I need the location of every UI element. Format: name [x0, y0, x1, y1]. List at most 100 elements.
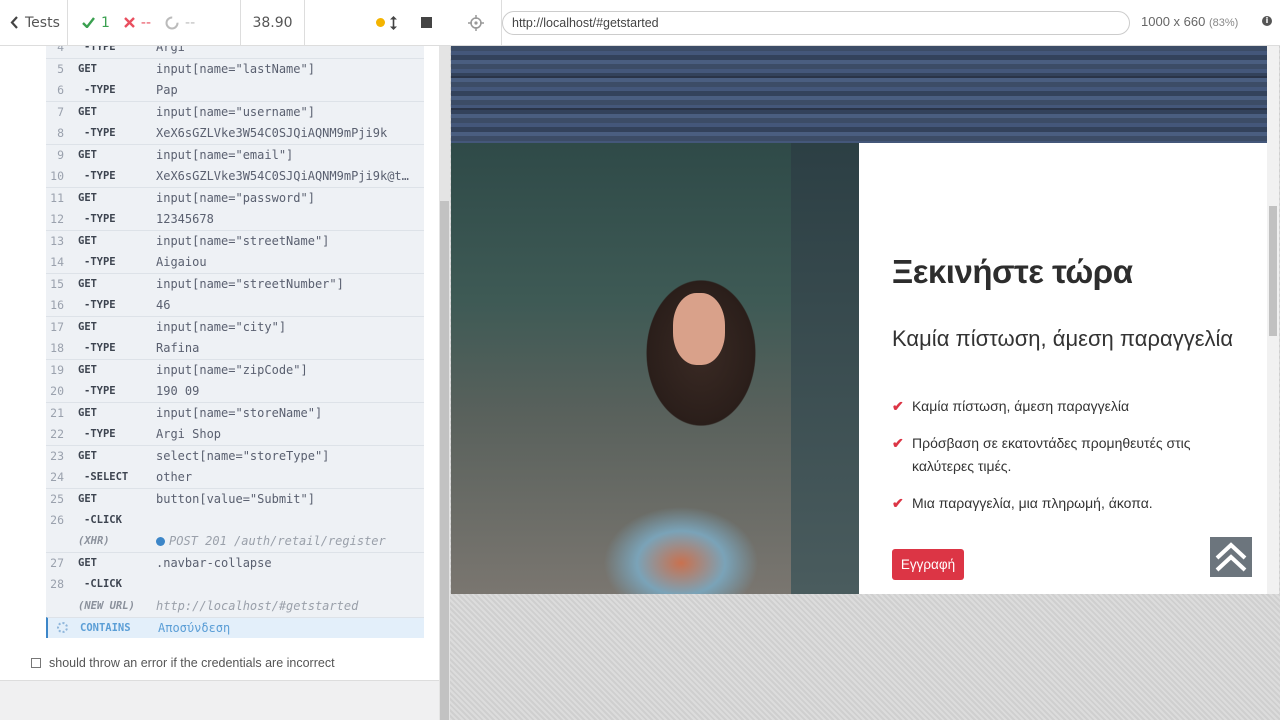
command-message-text: Argi Shop — [156, 426, 222, 441]
command-row[interactable]: 7 GET input[name="username"] — [46, 100, 424, 122]
command-row[interactable]: 14 -TYPE Aigaiou — [46, 251, 424, 273]
command-name: -TYPE — [84, 427, 116, 440]
command-name: GET — [78, 148, 97, 161]
command-row[interactable]: 21 GET input[name="storeName"] — [46, 401, 424, 423]
viewport-dimensions: 1000 x 660 — [1141, 14, 1206, 29]
command-row[interactable]: 23 GET select[name="storeType"] — [46, 444, 424, 466]
command-row-meta[interactable]: (NEW URL) http://localhost/#getstarted — [46, 595, 424, 617]
scroll-to-top-button[interactable] — [1210, 537, 1252, 577]
command-name: GET — [78, 277, 97, 290]
command-row[interactable]: 6 -TYPE Pap — [46, 79, 424, 101]
command-message-text: Argi — [156, 46, 185, 54]
command-number: 27 — [50, 556, 64, 571]
xhr-dot-icon — [156, 537, 165, 547]
command-number: 4 — [57, 46, 64, 54]
register-button[interactable]: Εγγραφή — [892, 549, 964, 580]
passed-value: 1 — [101, 14, 110, 31]
command-row[interactable]: 28 -CLICK — [46, 573, 424, 595]
command-name: CONTAINS — [80, 621, 131, 634]
reporter-body: 4 -TYPE Argi 5 GET input[name="lastName"] 6 -TY… — [0, 46, 439, 680]
double-chevron-up-icon — [1215, 542, 1247, 572]
test-checkbox[interactable] — [31, 658, 41, 668]
command-row[interactable]: 15 GET input[name="streetNumber"] — [46, 272, 424, 294]
command-row[interactable]: 5 GET input[name="lastName"] — [46, 57, 424, 79]
face-shape — [673, 293, 725, 365]
failed-value: -- — [140, 14, 152, 31]
command-row[interactable]: 27 GET .navbar-collapse — [46, 552, 424, 574]
info-icon[interactable]: i — [1262, 16, 1272, 26]
command-message-text: input[name="streetName"] — [156, 233, 330, 248]
command-row[interactable]: 12 -TYPE 12345678 — [46, 208, 424, 230]
auto-scroll-toggle[interactable] — [376, 15, 397, 30]
command-message: Aigaiou — [156, 255, 416, 269]
command-message-text: .navbar-collapse — [156, 556, 272, 571]
app-scrollbar[interactable] — [1267, 46, 1279, 594]
command-number: 17 — [50, 319, 64, 334]
command-number: 18 — [50, 340, 64, 355]
command-row-meta[interactable]: (XHR) POST 201 /auth/retail/register — [46, 530, 424, 552]
command-number: 13 — [50, 233, 64, 248]
command-name: GET — [78, 406, 97, 419]
command-row[interactable]: 22 -TYPE Argi Shop — [46, 423, 424, 445]
aut-header: http://localhost/#getstarted 1000 x 660 … — [450, 0, 1280, 46]
reporter-scrollbar[interactable] — [439, 46, 450, 720]
command-row[interactable]: 13 GET input[name="streetName"] — [46, 229, 424, 251]
scrollbar-thumb[interactable] — [440, 201, 449, 720]
command-number: 15 — [50, 276, 64, 291]
command-name: GET — [78, 62, 97, 75]
selector-playground-button[interactable] — [450, 0, 502, 46]
command-message: Argi — [156, 46, 416, 54]
stop-icon[interactable] — [421, 17, 432, 28]
command-message-text: XeX6sGZLVke3W54C0SJQiAQNM9mPji9k@te… — [156, 168, 416, 183]
command-name: -TYPE — [84, 169, 116, 182]
url-bar[interactable]: http://localhost/#getstarted — [502, 11, 1130, 35]
command-number: 16 — [50, 297, 64, 312]
command-message-text: input[name="storeName"] — [156, 405, 323, 420]
command-row-active[interactable]: CONTAINS Αποσύνδεση — [46, 616, 424, 638]
command-message-text: XeX6sGZLVke3W54C0SJQiAQNM9mPji9k — [156, 125, 388, 140]
command-reporter: Tests 1 -- -- 38.90 4 -TYPE Argi 5 GET i… — [0, 0, 450, 720]
command-message: 46 — [156, 298, 416, 312]
back-to-tests-button[interactable]: Tests — [0, 0, 68, 46]
command-row[interactable]: 17 GET input[name="city"] — [46, 315, 424, 337]
command-row[interactable]: 24 -SELECT other — [46, 466, 424, 488]
command-number: 11 — [50, 190, 64, 205]
command-message-text: input[name="streetNumber"] — [156, 276, 344, 291]
command-message: input[name="password"] — [156, 191, 416, 205]
command-name: GET — [78, 557, 97, 570]
command-name: (XHR) — [78, 535, 110, 548]
command-row[interactable]: 26 -CLICK — [46, 509, 424, 531]
command-row[interactable]: 19 GET input[name="zipCode"] — [46, 358, 424, 380]
command-row[interactable]: 16 -TYPE 46 — [46, 294, 424, 316]
command-row[interactable]: 25 GET button[value="Submit"] — [46, 487, 424, 509]
command-name: GET — [78, 105, 97, 118]
command-message: input[name="storeName"] — [156, 406, 416, 420]
command-row[interactable]: 9 GET input[name="email"] — [46, 143, 424, 165]
command-message-text: Pap — [156, 82, 178, 97]
feature-item: ✔ Καμία πίστωση, άμεση παραγγελία — [892, 395, 1252, 418]
command-message-text: button[value="Submit"] — [156, 491, 315, 506]
command-message: other — [156, 470, 416, 484]
command-row[interactable]: 11 GET input[name="password"] — [46, 186, 424, 208]
reporter-header: Tests 1 -- -- 38.90 — [0, 0, 450, 46]
command-row[interactable]: 18 -TYPE Rafina — [46, 337, 424, 359]
command-name: -SELECT — [84, 470, 129, 483]
command-number: 25 — [50, 491, 64, 506]
command-message: input[name="city"] — [156, 320, 416, 334]
feature-text: Πρόσβαση σε εκατοντάδες προμηθευτές στις… — [912, 435, 1191, 474]
spinner-icon — [57, 622, 68, 634]
window-shape — [791, 143, 859, 594]
x-icon — [124, 17, 135, 28]
command-row[interactable]: 4 -TYPE Argi — [46, 46, 424, 58]
duration: 38.90 — [241, 0, 305, 46]
command-row[interactable]: 10 -TYPE XeX6sGZLVke3W54C0SJQiAQNM9mPji9k@… — [46, 165, 424, 187]
check-icon: ✔ — [892, 495, 904, 511]
feature-list: ✔ Καμία πίστωση, άμεση παραγγελία ✔ Πρόσβα… — [892, 395, 1252, 529]
command-message-text: other — [156, 469, 193, 484]
app-scrollbar-thumb[interactable] — [1269, 206, 1277, 336]
feature-text: Καμία πίστωση, άμεση παραγγελία — [912, 398, 1130, 414]
command-row[interactable]: 8 -TYPE XeX6sGZLVke3W54C0SJQiAQNM9mPji9k — [46, 122, 424, 144]
command-row[interactable]: 20 -TYPE 190 09 — [46, 380, 424, 402]
command-message: XeX6sGZLVke3W54C0SJQiAQNM9mPji9k@te… — [156, 169, 416, 183]
test-row[interactable]: should throw an error if the credentials… — [31, 656, 335, 670]
